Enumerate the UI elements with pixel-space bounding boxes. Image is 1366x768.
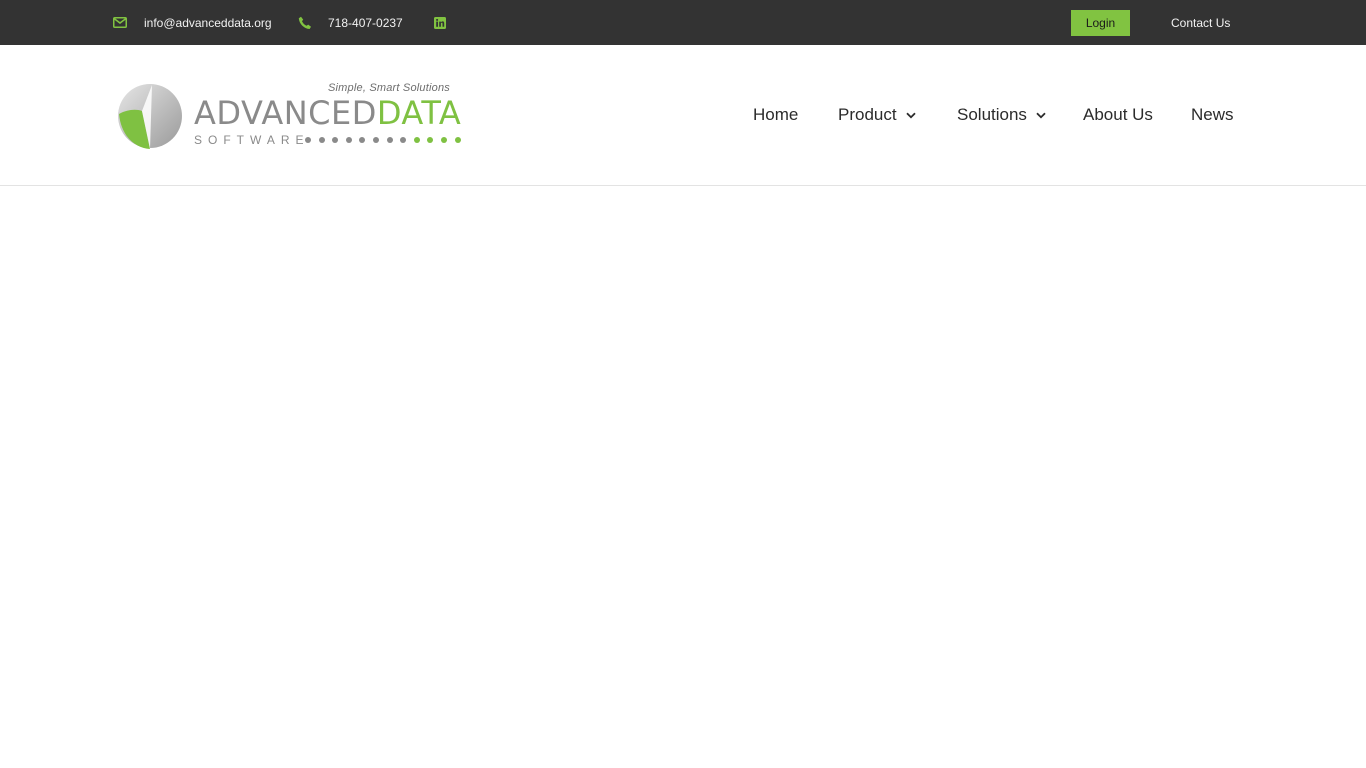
chevron-down-icon[interactable] [1036, 112, 1046, 119]
email-contact[interactable]: info@advanceddata.org [113, 0, 272, 45]
main-content [0, 186, 1366, 768]
email-text[interactable]: info@advanceddata.org [144, 16, 272, 30]
nav-home-label[interactable]: Home [753, 105, 798, 125]
nav-about-us-label[interactable]: About Us [1083, 105, 1153, 125]
phone-contact[interactable]: 718-407-0237 [298, 0, 403, 45]
envelope-icon [113, 17, 127, 28]
chevron-down-icon[interactable] [905, 112, 916, 119]
login-button[interactable]: Login [1071, 10, 1130, 36]
nav-news[interactable]: News [1191, 45, 1234, 185]
linkedin-icon[interactable] [434, 16, 446, 29]
nav-about-us[interactable]: About Us [1083, 45, 1153, 185]
phone-icon [298, 16, 312, 30]
contact-us-link[interactable]: Contact Us [1171, 0, 1230, 45]
top-bar: info@advanceddata.org 718-407-0237 Login… [0, 0, 1366, 45]
nav-news-label[interactable]: News [1191, 105, 1234, 125]
main-nav: Home Product Solutions About Us News [0, 45, 1366, 185]
nav-product-label[interactable]: Product [838, 105, 897, 125]
nav-product[interactable]: Product [838, 45, 916, 185]
nav-solutions-label[interactable]: Solutions [957, 105, 1027, 125]
phone-text[interactable]: 718-407-0237 [328, 16, 403, 30]
nav-solutions[interactable]: Solutions [957, 45, 1046, 185]
nav-home[interactable]: Home [753, 45, 798, 185]
